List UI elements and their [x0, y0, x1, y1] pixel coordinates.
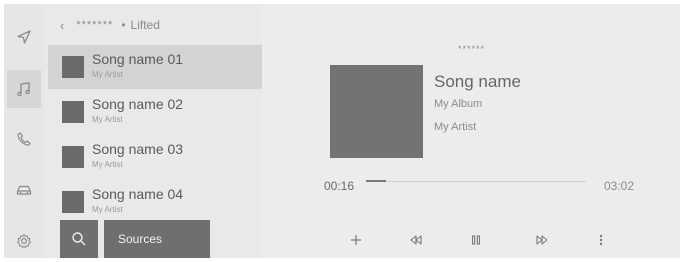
vehicle-button[interactable]: [7, 170, 41, 208]
song-thumbnail: [62, 191, 84, 213]
progress-bar[interactable]: [366, 180, 586, 182]
navigation-button[interactable]: [7, 18, 41, 56]
elapsed-time: 00:16: [324, 179, 355, 193]
phone-button[interactable]: [7, 120, 41, 158]
song-thumbnail: [62, 56, 84, 78]
song-title: Song name 01: [92, 51, 184, 67]
previous-button[interactable]: [402, 226, 430, 254]
source-name: ******: [458, 44, 486, 54]
back-chevron-icon[interactable]: ‹: [60, 18, 64, 33]
next-button[interactable]: [528, 226, 556, 254]
breadcrumb-source[interactable]: *******: [76, 19, 113, 31]
music-icon: [17, 82, 30, 97]
album-name: My Album: [434, 98, 483, 110]
breadcrumb: ‹ ******* • Lifted: [60, 17, 160, 33]
song-artist: My Artist: [92, 115, 123, 124]
car-icon: [16, 185, 32, 195]
song-title: Song name 03: [92, 141, 184, 157]
song-artist: My Artist: [92, 70, 123, 79]
playback-controls: [262, 226, 680, 254]
more-vertical-icon: [599, 234, 603, 246]
pause-icon: [471, 235, 481, 245]
pause-button[interactable]: [462, 226, 490, 254]
song-thumbnail: [62, 101, 84, 123]
audio-screen: ‹ ******* • Lifted Song name 01 My Artis…: [4, 4, 680, 258]
add-button[interactable]: [342, 226, 370, 254]
song-artist: My Artist: [92, 160, 123, 169]
settings-button[interactable]: [7, 222, 41, 258]
song-artist: My Artist: [92, 205, 123, 214]
settings-icon: [17, 234, 31, 249]
now-playing-panel: ****** Song name My Album My Artist 00:1…: [262, 4, 680, 258]
list-bottom-bar: Sources: [60, 220, 210, 258]
sources-label: Sources: [118, 232, 163, 246]
song-thumbnail: [62, 146, 84, 168]
search-icon: [72, 232, 86, 246]
song-title: Song name 02: [92, 96, 184, 112]
plus-icon: [351, 235, 361, 245]
search-button[interactable]: [60, 220, 98, 258]
list-item[interactable]: Song name 03 My Artist: [48, 135, 262, 179]
list-item[interactable]: Song name 02 My Artist: [48, 90, 262, 134]
sources-button[interactable]: Sources: [104, 220, 210, 258]
audio-button[interactable]: [7, 70, 41, 108]
progress-fill: [366, 180, 386, 182]
more-options-button[interactable]: [587, 226, 615, 254]
main-menu-rail: [4, 4, 44, 258]
album-artwork: [330, 65, 423, 158]
total-time: 03:02: [604, 179, 635, 193]
list-item[interactable]: Song name 04 My Artist: [48, 180, 262, 224]
breadcrumb-current: Lifted: [130, 18, 160, 32]
artist-name: My Artist: [434, 121, 477, 133]
breadcrumb-separator: •: [121, 18, 126, 32]
track-title: Song name: [434, 72, 521, 91]
song-title: Song name 04: [92, 186, 184, 202]
phone-icon: [17, 132, 31, 146]
list-item[interactable]: Song name 01 My Artist: [48, 45, 262, 89]
rewind-icon: [410, 235, 422, 245]
fast-forward-icon: [536, 235, 548, 245]
navigation-icon: [17, 30, 31, 44]
